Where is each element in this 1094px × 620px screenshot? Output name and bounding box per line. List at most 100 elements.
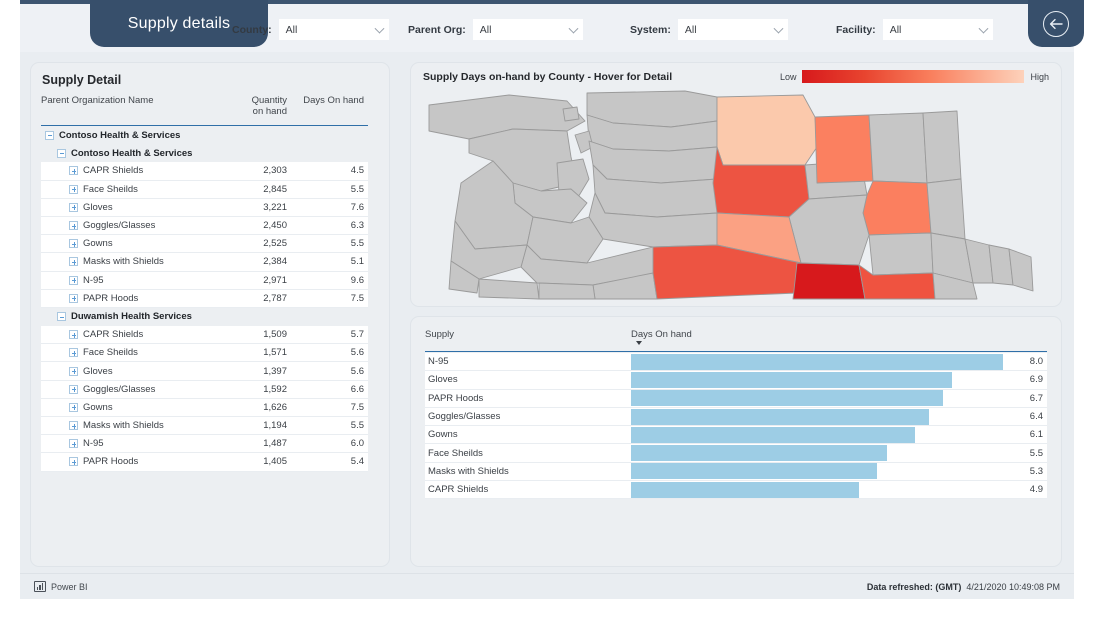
- table-row[interactable]: N-95 1,487 6.0: [41, 435, 368, 454]
- column-header-quantity-on-hand[interactable]: Quantity on hand: [228, 92, 290, 117]
- filter-county[interactable]: County: All: [232, 19, 389, 40]
- bar-row[interactable]: Face Sheilds 5.5: [425, 444, 1047, 463]
- expand-icon[interactable]: [69, 366, 78, 376]
- expand-icon[interactable]: [69, 293, 78, 303]
- back-button[interactable]: [1028, 0, 1084, 47]
- expand-icon[interactable]: [69, 257, 78, 267]
- expand-icon[interactable]: [69, 402, 78, 412]
- bar-value-label: 6.4: [1029, 411, 1043, 423]
- table-row[interactable]: PAPR Hoods 2,787 7.5: [41, 289, 368, 308]
- expand-icon[interactable]: [69, 348, 78, 358]
- bar-row[interactable]: Masks with Shields 5.3: [425, 462, 1047, 482]
- table-row[interactable]: CAPR Shields 1,509 5.7: [41, 326, 368, 345]
- collapse-icon[interactable]: [45, 130, 54, 140]
- table-row[interactable]: Contoso Health & Services: [41, 144, 368, 162]
- table-row[interactable]: Goggles/Glasses 1,592 6.6: [41, 380, 368, 399]
- expand-icon[interactable]: [69, 457, 78, 467]
- row-quantity-on-hand: 2,303: [263, 165, 287, 177]
- column-header-days-on-hand[interactable]: Days On hand: [290, 92, 368, 106]
- table-row[interactable]: Masks with Shields 2,384 5.1: [41, 253, 368, 272]
- table-row[interactable]: Face Sheilds 2,845 5.5: [41, 180, 368, 199]
- row-quantity-on-hand: 1,592: [263, 383, 287, 395]
- bar-track: [631, 463, 1003, 480]
- filter-parent-org-dropdown[interactable]: All: [472, 19, 583, 40]
- expand-icon[interactable]: [69, 421, 78, 431]
- row-label: Masks with Shields: [83, 420, 164, 432]
- column-header-supply[interactable]: Supply: [425, 329, 631, 351]
- filter-facility-dropdown[interactable]: All: [882, 19, 993, 40]
- washington-counties-map[interactable]: [417, 87, 1057, 301]
- bar-fill: [631, 445, 887, 462]
- collapse-icon[interactable]: [57, 148, 66, 158]
- choropleth-map[interactable]: [417, 87, 1057, 301]
- table-row[interactable]: Contoso Health & Services: [41, 126, 368, 144]
- map-county-okanogan[interactable]: [716, 94, 818, 166]
- top-header-bar: Supply details County: All Parent Org: A…: [20, 0, 1084, 52]
- bar-row[interactable]: PAPR Hoods 6.7: [425, 389, 1047, 408]
- column-header-parent-organization-name[interactable]: Parent Organization Name: [41, 92, 228, 106]
- table-row[interactable]: PAPR Hoods 1,405 5.4: [41, 453, 368, 472]
- filter-facility[interactable]: Facility: All: [836, 19, 993, 40]
- table-row[interactable]: CAPR Shields 2,303 4.5: [41, 162, 368, 181]
- row-name-cell: Goggles/Glasses: [41, 220, 228, 231]
- table-row[interactable]: Gloves 1,397 5.6: [41, 362, 368, 381]
- map-county-benton[interactable]: [792, 262, 866, 300]
- row-label: Gloves: [83, 201, 113, 213]
- chevron-down-icon: [978, 23, 989, 34]
- table-row[interactable]: Gowns 1,626 7.5: [41, 398, 368, 417]
- filter-system[interactable]: System: All: [630, 19, 788, 40]
- expand-icon[interactable]: [69, 166, 78, 176]
- table-row[interactable]: Goggles/Glasses 2,450 6.3: [41, 216, 368, 236]
- expand-icon[interactable]: [69, 439, 78, 449]
- bar-row[interactable]: Goggles/Glasses 6.4: [425, 407, 1047, 427]
- row-name-cell: Gowns: [41, 238, 228, 249]
- table-row[interactable]: Duwamish Health Services: [41, 308, 368, 326]
- expand-icon[interactable]: [69, 239, 78, 249]
- table-row[interactable]: Masks with Shields 1,194 5.5: [41, 417, 368, 436]
- filter-facility-value: All: [889, 23, 902, 36]
- expand-icon[interactable]: [69, 330, 78, 340]
- map-county-ferry[interactable]: [814, 114, 874, 184]
- supply-detail-rows: Contoso Health & Services Contoso Health …: [41, 126, 368, 472]
- row-label: Masks with Shields: [83, 256, 164, 268]
- map-county-clark[interactable]: [538, 282, 596, 300]
- row-days-on-hand: 5.4: [350, 456, 364, 468]
- expand-icon[interactable]: [69, 202, 78, 212]
- map-county-adams[interactable]: [868, 232, 934, 276]
- bar-row[interactable]: N-95 8.0: [425, 353, 1047, 372]
- filter-county-value: All: [285, 23, 298, 36]
- footer-bar: Power BI Data refreshed: (GMT) 4/21/2020…: [20, 573, 1074, 599]
- row-quantity-on-hand: 1,405: [263, 456, 287, 468]
- table-row[interactable]: N-95 2,971 9.6: [41, 271, 368, 290]
- row-days-on-hand: 5.5: [350, 420, 364, 432]
- table-row[interactable]: Gowns 2,525 5.5: [41, 235, 368, 254]
- row-name-cell: PAPR Hoods: [41, 293, 228, 304]
- map-county-lincoln[interactable]: [862, 180, 932, 236]
- expand-icon[interactable]: [69, 221, 78, 231]
- bar-value-label: 4.9: [1029, 484, 1043, 496]
- map-county-stevens[interactable]: [868, 112, 928, 184]
- expand-icon[interactable]: [69, 184, 78, 194]
- table-row[interactable]: Gloves 3,221 7.6: [41, 198, 368, 217]
- expand-icon[interactable]: [69, 384, 78, 394]
- bar-row[interactable]: CAPR Shields 4.9: [425, 481, 1047, 500]
- column-header-days-on-hand-sorted[interactable]: Days On hand: [631, 329, 692, 351]
- bar-row[interactable]: Gloves 6.9: [425, 371, 1047, 390]
- bar-row[interactable]: Gowns 6.1: [425, 426, 1047, 445]
- map-county-pend-oreille[interactable]: [922, 110, 962, 184]
- filter-system-dropdown[interactable]: All: [677, 19, 788, 40]
- powerbi-brand[interactable]: Power BI: [34, 581, 88, 592]
- row-days-on-hand: 9.6: [350, 274, 364, 286]
- row-name-cell: N-95: [41, 275, 228, 286]
- collapse-icon[interactable]: [57, 312, 66, 322]
- filter-parent-org[interactable]: Parent Org: All: [408, 19, 583, 40]
- map-county-spokane[interactable]: [926, 178, 966, 240]
- filter-system-value: All: [684, 23, 697, 36]
- table-row[interactable]: Face Sheilds 1,571 5.6: [41, 344, 368, 363]
- filter-county-dropdown[interactable]: All: [278, 19, 389, 40]
- bar-table-header: Supply Days On hand: [425, 329, 1047, 352]
- bar-value-label: 6.1: [1029, 429, 1043, 441]
- row-label: N-95: [83, 438, 104, 450]
- expand-icon[interactable]: [69, 275, 78, 285]
- map-county-san-juan[interactable]: [562, 106, 580, 122]
